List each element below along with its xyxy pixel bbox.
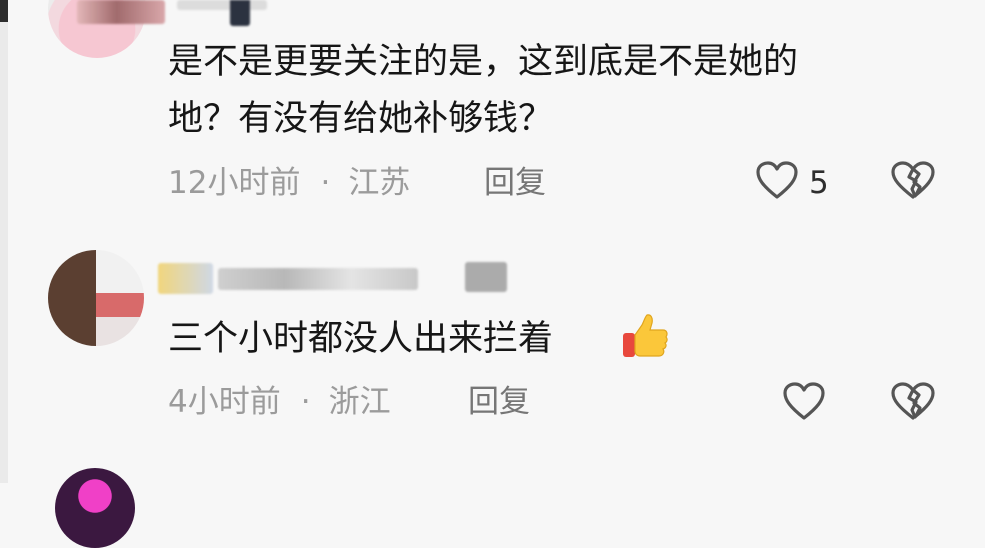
meta-separator: · bbox=[300, 384, 311, 420]
reply-button[interactable]: 回复 bbox=[468, 384, 530, 420]
comment-location: 浙江 bbox=[328, 384, 391, 420]
comment-text-line-1: 三个小时都没人出来拦着 bbox=[168, 319, 554, 359]
like-count: 5 bbox=[809, 165, 829, 201]
avatar[interactable] bbox=[48, 250, 144, 346]
username-blurred-extra bbox=[177, 0, 267, 10]
broken-heart-icon[interactable] bbox=[890, 160, 936, 200]
comment-text-line-2: 地？有没有给她补够钱？ bbox=[168, 99, 554, 139]
meta-separator: · bbox=[320, 165, 331, 201]
window-edge bbox=[0, 0, 8, 483]
username-blurred-extra bbox=[218, 268, 418, 290]
username-blurred bbox=[158, 263, 213, 294]
thumbs-up-icon bbox=[623, 314, 668, 357]
comment-text-line-1: 是不是更要关注的是，这到底是不是她的 bbox=[168, 42, 799, 82]
heart-icon[interactable] bbox=[782, 381, 826, 421]
comment-meta: 12小时前 · 江苏 bbox=[168, 165, 410, 201]
comment-time: 12小时前 bbox=[168, 165, 301, 201]
username-blurred-mark bbox=[465, 262, 507, 292]
avatar[interactable] bbox=[55, 468, 135, 548]
comment-meta: 4小时前 · 浙江 bbox=[168, 384, 391, 420]
broken-heart-icon[interactable] bbox=[890, 381, 936, 421]
heart-icon[interactable] bbox=[755, 160, 799, 200]
username-blurred-mark bbox=[230, 0, 250, 26]
comment-time: 4小时前 bbox=[168, 384, 281, 420]
reply-button[interactable]: 回复 bbox=[484, 165, 546, 201]
username-blurred bbox=[77, 0, 165, 24]
comment-location: 江苏 bbox=[348, 165, 411, 201]
